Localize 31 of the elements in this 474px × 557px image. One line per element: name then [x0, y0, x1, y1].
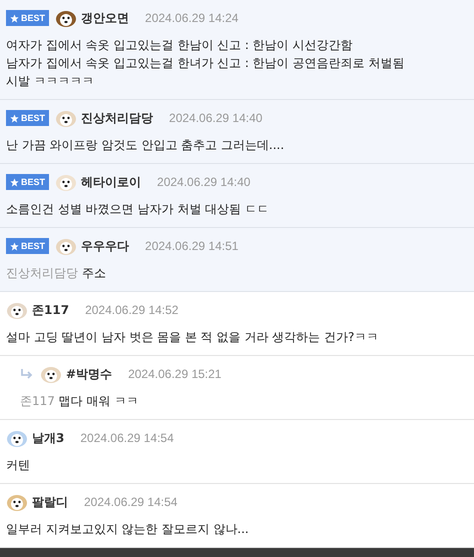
author-name[interactable]: 날개3: [32, 430, 64, 446]
author-name[interactable]: 헤타이로이: [81, 174, 142, 190]
comment-text: 시발 ㅋㅋㅋㅋㅋ: [6, 73, 95, 90]
best-badge: BEST: [6, 10, 50, 26]
comment-text: 일부러 지켜보고있지 않는한 잘모르지 않나...: [6, 521, 250, 538]
comment-date: 2024.06.29 14:52: [85, 303, 178, 317]
author-name[interactable]: 갱안오면: [81, 10, 130, 26]
comment-text: 진상처리담당 주소: [6, 265, 107, 282]
author-name[interactable]: 진상처리담당: [81, 110, 154, 126]
comment-text: 설마 고딩 딸년이 남자 벗은 몸을 본 적 없을 거라 생각하는 건가?ㅋㅋ: [6, 329, 380, 346]
comment-date: 2024.06.29 14:54: [84, 495, 178, 509]
comment-text: 존117 맵다 매워 ㅋㅋ: [20, 393, 140, 410]
author-name[interactable]: 존117: [32, 302, 70, 318]
comment-text: 커텐: [6, 457, 31, 474]
comment-date: 2024.06.29 14:40: [157, 175, 250, 189]
comment-text: 소름인건 성별 바꼈으면 남자가 처벌 대상됨 ㄷㄷ: [6, 201, 270, 218]
comment-text: 난 가끔 와이프랑 암것도 안입고 춤추고 그러는데....: [6, 137, 286, 154]
comment-date: 2024.06.29 15:21: [128, 367, 222, 381]
best-badge: BEST: [6, 110, 50, 126]
author-name[interactable]: #박명수: [66, 366, 112, 382]
comment-date: 2024.06.29 14:24: [145, 11, 238, 25]
comment-date: 2024.06.29 14:40: [169, 111, 262, 125]
comment-text: 여자가 집에서 속옷 입고있는걸 한남이 신고 : 한남이 시선강간함: [6, 37, 354, 54]
reply-arrow-icon: [20, 369, 34, 379]
comment-date: 2024.06.29 14:54: [80, 431, 174, 445]
best-badge: BEST: [6, 238, 50, 254]
author-name[interactable]: 우우우다: [81, 238, 130, 254]
author-name[interactable]: 팔랄디: [32, 494, 68, 510]
best-badge: BEST: [6, 174, 50, 190]
comment-text: 남자가 집에서 속옷 입고있는걸 한녀가 신고 : 한남이 공연음란죄로 처벌됨: [6, 55, 406, 72]
comment-date: 2024.06.29 14:51: [145, 239, 238, 253]
